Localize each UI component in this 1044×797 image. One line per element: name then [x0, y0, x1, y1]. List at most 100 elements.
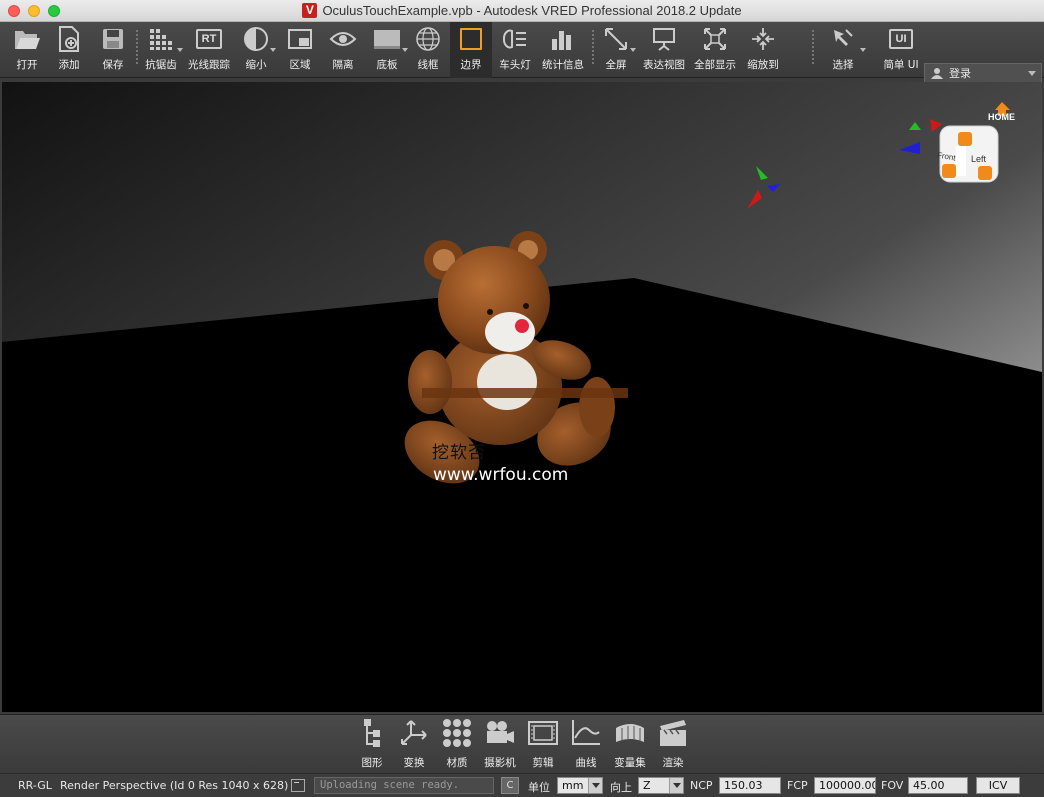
- variant-sets-icon: [614, 717, 646, 749]
- fcp-input[interactable]: 100000.00: [814, 777, 876, 794]
- unit-select[interactable]: mm: [557, 777, 603, 794]
- wireframe-button[interactable]: 线框: [412, 22, 444, 78]
- watermark-chinese-text: 挖软否: [432, 443, 486, 463]
- window-title: OculusTouchExample.vpb - Autodesk VRED P…: [322, 3, 742, 18]
- render-info: Render Perspective (Id 0 Res 1040 x 628): [60, 779, 289, 792]
- headlight-icon: [500, 24, 530, 54]
- title-bar: V OculusTouchExample.vpb - Autodesk VRED…: [0, 0, 1044, 22]
- statistics-button[interactable]: 统计信息: [540, 22, 586, 78]
- watermark-url-text: www.wrfou.com: [433, 465, 569, 485]
- backplate-icon: [372, 24, 402, 54]
- region-window-icon: [285, 24, 315, 54]
- fullscreen-arrows-icon: [601, 24, 631, 54]
- clip-film-icon: [527, 717, 559, 749]
- select-cursor-icon: [828, 24, 858, 54]
- dropdown-arrow-icon[interactable]: [630, 48, 636, 52]
- scenegraph-tree-icon: [356, 717, 388, 749]
- window-zoom-button[interactable]: [48, 5, 60, 17]
- add-button[interactable]: 添加: [52, 22, 86, 78]
- open-button[interactable]: 打开: [8, 22, 46, 78]
- show-all-button[interactable]: 全部显示: [692, 22, 738, 78]
- module-variant-sets-button[interactable]: 变量集: [612, 717, 648, 771]
- headlight-button[interactable]: 车头灯: [496, 22, 534, 78]
- module-camera-button[interactable]: 摄影机: [480, 717, 520, 771]
- toolbar-separator: [812, 30, 814, 66]
- scene-render: [2, 82, 1042, 712]
- main-toolbar: 打开 添加 保存 抗锯齿 RT 光线跟踪 缩小 区域 隔离 底板 线框 边界 车…: [0, 22, 1044, 83]
- login-label: 登录: [949, 67, 971, 80]
- half-circle-icon: [241, 24, 271, 54]
- chevron-down-icon: [669, 778, 683, 793]
- status-bar: RR-GL Render Perspective (Id 0 Res 1040 …: [0, 773, 1044, 797]
- fullscreen-button[interactable]: 全屏: [600, 22, 636, 78]
- isolate-eye-icon: [328, 24, 358, 54]
- antialias-button[interactable]: 抗锯齿: [143, 22, 183, 78]
- bounding-box-icon: [456, 24, 486, 54]
- camera-icon: [484, 717, 516, 749]
- user-icon: [931, 68, 943, 79]
- unit-label: 单位: [528, 781, 550, 794]
- dropdown-arrow-icon[interactable]: [177, 48, 183, 52]
- backplate-button[interactable]: 底板: [370, 22, 408, 78]
- simple-ui-icon: UI: [886, 24, 916, 54]
- presentation-board-icon: [649, 24, 679, 54]
- folder-open-icon: [12, 24, 42, 54]
- shrink-button[interactable]: 缩小: [240, 22, 276, 78]
- chevron-down-icon: [588, 778, 602, 793]
- zoom-to-icon: [748, 24, 778, 54]
- renderer-label: RR-GL: [18, 779, 52, 792]
- clear-console-button[interactable]: C: [501, 777, 519, 794]
- dropdown-arrow-icon[interactable]: [860, 48, 866, 52]
- wireframe-globe-icon: [413, 24, 443, 54]
- fov-input[interactable]: 45.00: [908, 777, 968, 794]
- render-clapper-icon: [657, 717, 689, 749]
- icv-button[interactable]: ICV: [976, 777, 1020, 794]
- vred-logo-icon: V: [302, 3, 318, 18]
- dropdown-arrow-icon[interactable]: [270, 48, 276, 52]
- up-axis-label: 向上: [610, 781, 632, 794]
- navcube-left-face[interactable]: Left: [971, 154, 986, 164]
- up-axis-select[interactable]: Z: [638, 777, 684, 794]
- save-disk-icon: [98, 24, 128, 54]
- add-file-icon: [54, 24, 84, 54]
- simple-ui-button[interactable]: UI 简单 UI: [880, 22, 922, 78]
- module-clip-button[interactable]: 剪辑: [526, 717, 560, 771]
- materials-grid-icon: [441, 717, 473, 749]
- status-message-field: Uploading scene ready.: [314, 777, 494, 794]
- dropdown-arrow-icon[interactable]: [402, 48, 408, 52]
- fov-label: FOV: [881, 779, 904, 792]
- region-button[interactable]: 区域: [284, 22, 316, 78]
- module-toolbar: 图形 变换 材质 摄影机 剪辑 曲线 变量集 渲染: [0, 714, 1044, 772]
- presentation-view-button[interactable]: 表达视图: [640, 22, 688, 78]
- toolbar-separator: [136, 30, 138, 66]
- transform-move-icon: [398, 717, 430, 749]
- fcp-label: FCP: [787, 779, 808, 792]
- show-all-icon: [700, 24, 730, 54]
- ncp-input[interactable]: 150.03: [719, 777, 781, 794]
- module-materials-button[interactable]: 材质: [440, 717, 474, 771]
- bounding-box-button[interactable]: 边界: [450, 22, 492, 78]
- statistics-bars-icon: [548, 24, 578, 54]
- module-transform-button[interactable]: 变换: [396, 717, 432, 771]
- toolbar-separator: [592, 30, 594, 66]
- ncp-label: NCP: [690, 779, 713, 792]
- vred-application-window: V OculusTouchExample.vpb - Autodesk VRED…: [0, 0, 1044, 797]
- antialias-grid-icon: [146, 24, 176, 54]
- curves-icon: [570, 717, 602, 749]
- zoom-to-button[interactable]: 缩放到: [744, 22, 782, 78]
- window-close-button[interactable]: [8, 5, 20, 17]
- login-dropdown[interactable]: 登录: [924, 63, 1042, 83]
- render-viewport[interactable]: 挖软否 www.wrfou.com: [2, 82, 1042, 712]
- navcube-home-label[interactable]: HOME: [988, 112, 1015, 122]
- isolate-button[interactable]: 隔离: [326, 22, 360, 78]
- raytracing-button[interactable]: RT 光线跟踪: [186, 22, 232, 78]
- module-curves-button[interactable]: 曲线: [568, 717, 604, 771]
- select-button[interactable]: 选择: [824, 22, 866, 78]
- module-scenegraph-button[interactable]: 图形: [356, 717, 388, 771]
- module-render-button[interactable]: 渲染: [656, 717, 690, 771]
- chevron-down-icon: [1028, 71, 1036, 76]
- window-minimize-button[interactable]: [28, 5, 40, 17]
- terminal-console-icon[interactable]: [291, 779, 305, 792]
- save-button[interactable]: 保存: [96, 22, 130, 78]
- raytrace-rt-icon: RT: [194, 24, 224, 54]
